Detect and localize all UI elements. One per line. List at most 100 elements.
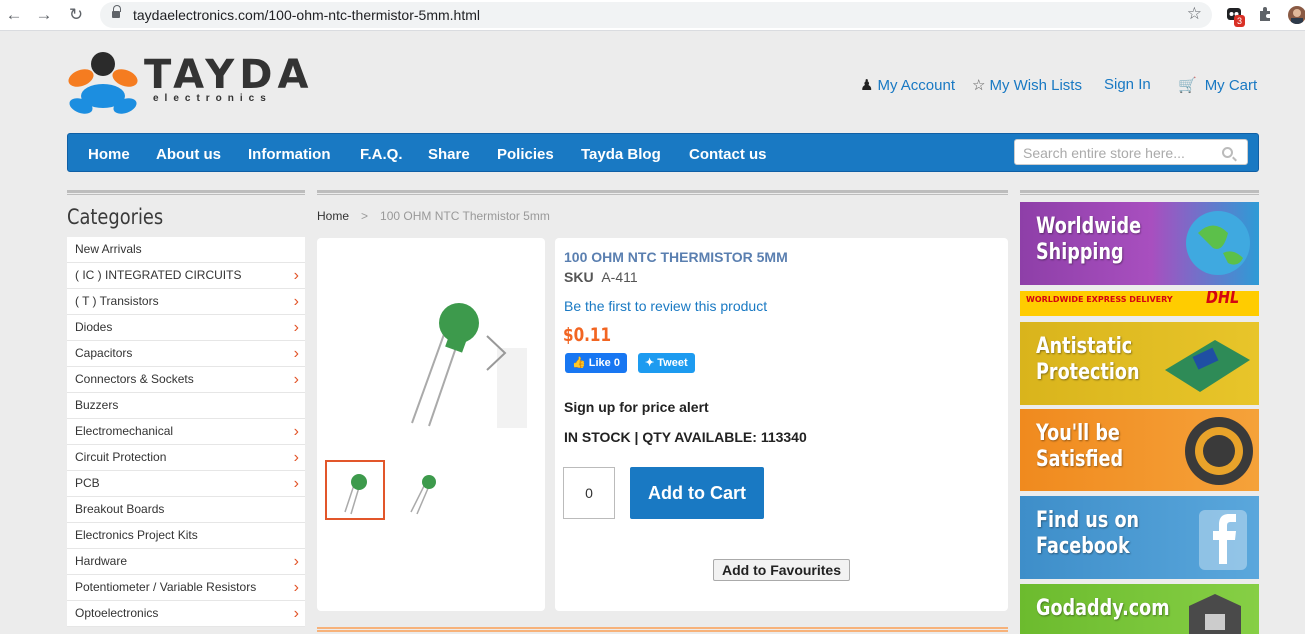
price-alert-link[interactable]: Sign up for price alert xyxy=(564,399,709,415)
chevron-right-icon[interactable]: › xyxy=(294,549,299,574)
product-info: 100 OHM NTC THERMISTOR 5MM SKU A-411 Be … xyxy=(555,238,1008,611)
my-account-label: My Account xyxy=(877,77,955,94)
banner-line1: Find us on xyxy=(1036,508,1140,533)
nav-tayda-blog[interactable]: Tayda Blog xyxy=(581,146,661,163)
nav-faq[interactable]: F.A.Q. xyxy=(360,146,403,163)
breadcrumb-separator: > xyxy=(361,209,369,223)
tweet-label: Tweet xyxy=(657,357,688,369)
category-label: Breakout Boards xyxy=(75,502,165,516)
category-item[interactable]: Diodes › xyxy=(67,315,305,341)
chevron-right-icon[interactable]: › xyxy=(294,263,299,288)
category-item[interactable]: ( IC ) INTEGRATED CIRCUITS › xyxy=(67,263,305,289)
add-to-favourites-button[interactable]: Add to Favourites xyxy=(713,559,851,581)
category-item[interactable]: ( T ) Transistors › xyxy=(67,289,305,315)
profile-avatar[interactable] xyxy=(1288,6,1305,24)
category-item[interactable]: Potentiometer / Variable Resistors › xyxy=(67,575,305,601)
bookmark-star-icon[interactable]: ☆ xyxy=(1187,4,1202,24)
antistatic-protection-banner[interactable]: Antistatic Protection xyxy=(1020,322,1259,405)
worldwide-shipping-banner[interactable]: Worldwide Shipping xyxy=(1020,202,1259,285)
wish-lists-link[interactable]: ☆ My Wish Lists xyxy=(972,76,1082,94)
fb-like-label: Like 0 xyxy=(588,357,620,369)
logo-wordmark: TAYDA xyxy=(144,52,314,98)
facebook-banner[interactable]: Find us on Facebook xyxy=(1020,496,1259,579)
quantity-input[interactable]: 0 xyxy=(563,467,615,519)
my-cart-link[interactable]: 🛒 My Cart xyxy=(1178,76,1257,94)
category-item[interactable]: New Arrivals xyxy=(67,237,305,263)
category-label: Connectors & Sockets xyxy=(75,372,194,386)
tweet-button[interactable]: ✦ Tweet xyxy=(638,353,695,373)
sidebar-divider xyxy=(67,190,305,195)
chevron-right-icon[interactable]: › xyxy=(294,315,299,340)
star-icon: ☆ xyxy=(972,77,986,94)
category-item[interactable]: Electronics Project Kits xyxy=(67,523,305,549)
category-label: ( T ) Transistors xyxy=(75,294,159,308)
chevron-right-icon[interactable]: › xyxy=(294,289,299,314)
nav-information[interactable]: Information xyxy=(248,146,331,163)
nav-about-us[interactable]: About us xyxy=(156,146,221,163)
chevron-right-icon[interactable]: › xyxy=(294,445,299,470)
facebook-like-button[interactable]: 👍 Like 0 xyxy=(565,353,627,373)
sign-in-link[interactable]: Sign In xyxy=(1104,76,1151,93)
category-label: Capacitors xyxy=(75,346,133,360)
category-label: PCB xyxy=(75,476,100,490)
chevron-right-icon[interactable]: › xyxy=(294,419,299,444)
logo-subtitle: electronics xyxy=(153,93,272,104)
nav-home[interactable]: Home xyxy=(88,146,130,163)
banner-divider xyxy=(1020,190,1259,195)
sku-label: SKU xyxy=(564,269,594,285)
address-bar[interactable]: taydaelectronics.com/100-ohm-ntc-thermis… xyxy=(100,2,1212,28)
thumbnail-2[interactable] xyxy=(393,460,453,520)
satisfaction-banner[interactable]: You'll be Satisfied xyxy=(1020,409,1259,491)
tayda-logo[interactable]: TAYDA electronics xyxy=(67,50,308,118)
chevron-right-icon[interactable]: › xyxy=(294,367,299,392)
nav-policies[interactable]: Policies xyxy=(497,146,554,163)
category-item[interactable]: PCB › xyxy=(67,471,305,497)
category-label: Diodes xyxy=(75,320,113,334)
category-item[interactable]: Circuit Protection › xyxy=(67,445,305,471)
main-navigation: Home About us Information F.A.Q. Share P… xyxy=(67,133,1259,172)
product-main-image[interactable] xyxy=(317,238,545,438)
search-icon[interactable] xyxy=(1222,147,1233,158)
search-input[interactable]: Search entire store here... xyxy=(1014,139,1248,165)
chevron-right-icon[interactable]: › xyxy=(294,601,299,626)
category-label: Electromechanical xyxy=(75,424,174,438)
back-arrow-icon[interactable]: ← xyxy=(4,5,24,25)
forward-arrow-icon[interactable]: → xyxy=(34,5,54,25)
user-icon: ♟ xyxy=(860,77,874,94)
godaddy-banner[interactable]: Godaddy.com xyxy=(1020,584,1259,634)
nav-contact-us[interactable]: Contact us xyxy=(689,146,767,163)
review-link[interactable]: Be the first to review this product xyxy=(564,298,767,314)
product-title: 100 OHM NTC THERMISTOR 5MM xyxy=(564,249,788,265)
puzzle-extensions-icon[interactable] xyxy=(1257,6,1275,24)
thumbs-up-icon: 👍 xyxy=(572,357,586,369)
sku-value: A-411 xyxy=(601,269,638,285)
category-item[interactable]: Electromechanical › xyxy=(67,419,305,445)
category-label: Circuit Protection xyxy=(75,450,167,464)
category-list: New Arrivals( IC ) INTEGRATED CIRCUITS ›(… xyxy=(67,237,305,627)
add-to-cart-button[interactable]: Add to Cart xyxy=(630,467,764,519)
category-item[interactable]: Hardware › xyxy=(67,549,305,575)
category-item[interactable]: Buzzers xyxy=(67,393,305,419)
category-item[interactable]: Capacitors › xyxy=(67,341,305,367)
circuit-board-icon xyxy=(1165,340,1250,392)
nav-share[interactable]: Share xyxy=(428,146,470,163)
category-label: New Arrivals xyxy=(75,242,142,256)
chevron-right-icon[interactable]: › xyxy=(294,341,299,366)
my-account-link[interactable]: ♟ My Account xyxy=(860,76,955,94)
category-item[interactable]: Optoelectronics › xyxy=(67,601,305,627)
thumbnail-1[interactable] xyxy=(325,460,385,520)
cart-icon: 🛒 xyxy=(1178,77,1197,94)
category-label: Potentiometer / Variable Resistors xyxy=(75,580,257,594)
dhl-banner[interactable]: WORLDWIDE EXPRESS DELIVERY DHL xyxy=(1020,291,1259,316)
breadcrumb-home[interactable]: Home xyxy=(317,209,349,223)
chevron-right-icon[interactable]: › xyxy=(294,471,299,496)
category-item[interactable]: Breakout Boards xyxy=(67,497,305,523)
content-divider xyxy=(317,190,1008,195)
category-label: Optoelectronics xyxy=(75,606,159,620)
breadcrumb: Home >100 OHM NTC Thermistor 5mm xyxy=(317,209,550,223)
chevron-right-icon[interactable]: › xyxy=(294,575,299,600)
lock-icon xyxy=(112,5,121,19)
facebook-icon xyxy=(1199,510,1247,570)
category-item[interactable]: Connectors & Sockets › xyxy=(67,367,305,393)
reload-icon[interactable]: ↻ xyxy=(66,5,86,25)
